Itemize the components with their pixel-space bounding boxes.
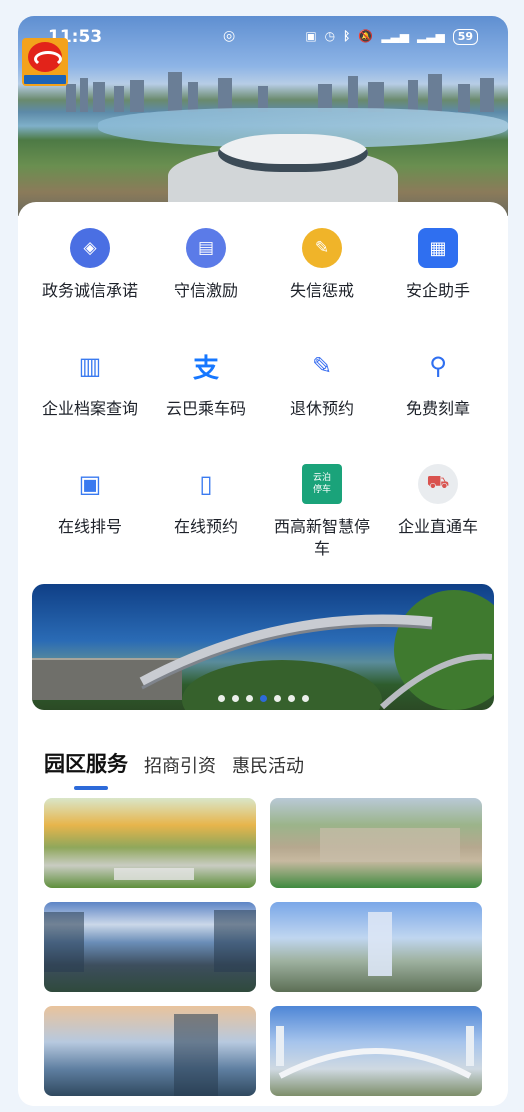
carousel-dot[interactable] [301,695,309,702]
parking-icon-line: 停车 [312,485,331,495]
service-label: 守信激励 [173,281,238,300]
signal-icon: ▂▃▅ [381,29,409,43]
shield-check-icon: ◈ [70,228,110,268]
service-item[interactable]: ▤ 守信激励 [145,228,267,302]
section-tabs: 园区服务 招商引资 惠民活动 [44,748,304,790]
nfc-icon: ◎ [223,28,236,44]
carousel-dot[interactable] [259,695,267,702]
alipay-icon: 支 [192,353,219,384]
service-label: 企业档案查询 [41,399,138,418]
hero-banner: 11:53 ◎ ▣ ◷ ᛒ 🔕 ▂▃▅ ▂▃▅ 59 [18,16,508,216]
archive-search-icon: ▥ [78,352,102,380]
service-label: 失信惩戒 [289,281,354,300]
service-item[interactable]: ✎ 失信惩戒 [261,228,383,302]
carousel-dot[interactable] [217,695,225,702]
service-label: 政务诚信承诺 [41,281,138,300]
section-tab[interactable]: 惠民活动 [232,752,304,778]
service-label: 企业直通车 [397,517,478,536]
service-label: 在线预约 [173,517,238,536]
service-item[interactable]: ▣ 在线排号 [29,464,151,538]
section-tab[interactable]: 招商引资 [144,752,216,778]
parking-icon: 云泊 停车 [302,464,342,504]
carousel-dot[interactable] [245,695,253,702]
carousel-dot[interactable] [231,695,239,702]
service-tile[interactable] [270,1006,482,1096]
service-label: 免费刻章 [405,399,470,418]
warning-doc-icon: ✎ [302,228,342,268]
battery-indicator: 59 [452,29,478,45]
service-tile[interactable] [44,798,256,888]
carousel-dot[interactable] [273,695,281,702]
service-item[interactable]: ✎ 退休预约 [261,346,383,420]
carousel-dot[interactable] [287,695,295,702]
service-item[interactable]: ⚲ 免费刻章 [377,346,499,420]
services-card: ◈ 政务诚信承诺 ▤ 守信激励 ✎ 失信惩戒 ▦ 安企助手 ▥ 企业档案查询支云巴乘车码 ✎ 退休预约… [18,202,508,582]
signal-icon: ▂▃▅ [417,29,445,43]
vibrate-icon: ▣ [305,29,317,43]
assistant-icon: ▦ [418,228,458,268]
service-tile[interactable] [44,902,256,992]
logo-mark-icon [28,42,62,72]
logo-text-bar [24,75,66,84]
status-bar: 11:53 ◎ ▣ ◷ ᛒ 🔕 ▂▃▅ ▂▃▅ 59 [18,16,508,56]
city-skyline-image [66,72,494,112]
edit-appointment-icon: ✎ [311,352,333,380]
stamp-icon: ⚲ [429,352,447,380]
service-item[interactable]: ▯ 在线预约 [145,464,267,538]
service-label: 安企助手 [405,281,470,300]
service-item[interactable]: ▥ 企业档案查询 [29,346,151,420]
phone-booking-icon: ▯ [199,470,213,498]
service-label: 在线排号 [57,517,122,536]
service-label: 退休预约 [289,399,354,418]
award-doc-icon: ▤ [186,228,226,268]
service-item[interactable]: ◈ 政务诚信承诺 [29,228,151,302]
building-roof [218,134,368,172]
service-item[interactable]: 支云巴乘车码 [145,346,267,420]
bus-icon: ⛟ [418,464,458,504]
bluetooth-icon: ᛒ [343,29,351,43]
section-tab[interactable]: 园区服务 [44,748,128,790]
app-frame: 11:53 ◎ ▣ ◷ ᛒ 🔕 ▂▃▅ ▂▃▅ 59 ◈ 政务诚信承诺 ▤ 守信激励 ✎… [18,16,508,1106]
service-tile[interactable] [44,1006,256,1096]
app-logo[interactable] [22,38,68,86]
queue-ticket-icon: ▣ [78,470,102,498]
mute-icon: 🔕 [358,29,374,43]
status-icons: ▣ ◷ ᛒ 🔕 ▂▃▅ ▂▃▅ 59 [305,29,478,45]
parking-icon-line: 云泊 [312,473,331,483]
service-label: 西高新智慧停车 [273,517,370,558]
service-item[interactable]: 云泊停车西高新智慧停车 [261,464,383,560]
service-label: 云巴乘车码 [165,399,246,418]
service-tile[interactable] [270,902,482,992]
alarm-icon: ◷ [324,29,336,43]
service-tile[interactable] [270,798,482,888]
carousel-dots [32,695,494,702]
promo-carousel[interactable] [32,584,494,710]
service-item[interactable]: ⛟ 企业直通车 [377,464,499,538]
park-services-section: 园区服务 招商引资 惠民活动 [30,732,496,1106]
service-item[interactable]: ▦ 安企助手 [377,228,499,302]
